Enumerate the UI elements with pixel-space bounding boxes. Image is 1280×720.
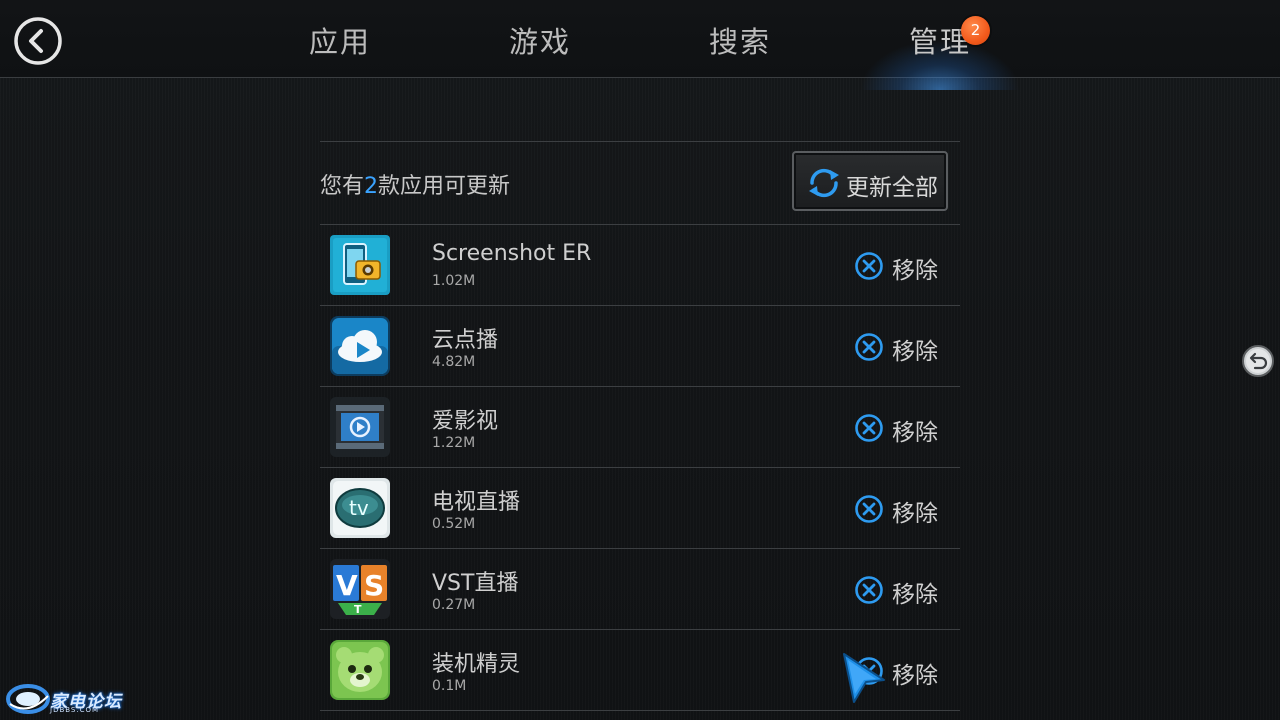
remove-button[interactable]: 移除: [854, 574, 950, 608]
summary-suffix: 款应用可更新: [378, 174, 511, 199]
app-size: 1.22M: [432, 435, 476, 451]
remove-x-icon: [855, 414, 883, 442]
app-size: 0.52M: [432, 516, 476, 532]
tab-search[interactable]: 搜索: [680, 20, 800, 64]
update-summary-text: 您有2款应用可更新: [320, 168, 510, 200]
app-size: 4.82M: [432, 354, 476, 370]
update-list-panel: 您有2款应用可更新 更新全部 Screenshot ER 1.02M 移除 云点…: [320, 141, 960, 711]
watermark-logo-icon: [6, 684, 50, 714]
svg-text:tv: tv: [349, 496, 369, 520]
return-icon: [1242, 345, 1274, 377]
remove-label: 移除: [892, 258, 938, 284]
app-row: 爱影视 1.22M 移除: [320, 386, 960, 467]
update-all-button[interactable]: 更新全部: [792, 151, 948, 211]
svg-text:V: V: [336, 569, 358, 602]
back-button[interactable]: [14, 17, 62, 65]
tab-games[interactable]: 游戏: [480, 20, 600, 64]
film-icon: [330, 397, 390, 457]
app-manager-screen: 应用 游戏 搜索 管理 2 您有2款应用可更新 更新全部 Screenshot …: [0, 0, 1280, 720]
svg-text:S: S: [364, 569, 384, 602]
remove-button[interactable]: 移除: [854, 412, 950, 446]
remove-x-icon: [855, 252, 883, 280]
app-name: Screenshot ER: [432, 241, 592, 266]
app-size: 1.02M: [432, 273, 476, 289]
remove-button[interactable]: 移除: [854, 250, 950, 284]
remove-button[interactable]: 移除: [854, 331, 950, 365]
app-row: Screenshot ER 1.02M 移除: [320, 224, 960, 305]
remove-x-icon: [855, 657, 883, 685]
forum-watermark: 家电论坛 JDBBS.COM: [6, 682, 130, 718]
remove-label: 移除: [892, 420, 938, 446]
screenshot-er-icon: [330, 235, 390, 295]
summary-prefix: 您有: [320, 174, 365, 199]
app-size: 0.1M: [432, 678, 467, 694]
back-arrow-icon: [14, 17, 62, 65]
app-row: 装机精灵 0.1M 移除: [320, 629, 960, 711]
manage-badge: 2: [961, 16, 990, 45]
remove-label: 移除: [892, 501, 938, 527]
update-all-label: 更新全部: [846, 175, 938, 201]
remove-label: 移除: [892, 582, 938, 608]
app-row: 云点播 4.82M 移除: [320, 305, 960, 386]
remove-button[interactable]: 移除: [854, 655, 950, 689]
svg-text:T: T: [354, 603, 362, 616]
summary-count: 2: [364, 174, 379, 199]
remove-label: 移除: [892, 339, 938, 365]
floating-return-button[interactable]: [1241, 344, 1275, 378]
refresh-icon: [809, 168, 839, 198]
tv-icon: tv: [330, 478, 390, 538]
remove-x-icon: [855, 495, 883, 523]
app-name: 云点播: [432, 328, 499, 353]
remove-x-icon: [855, 576, 883, 604]
remove-label: 移除: [892, 663, 938, 689]
cloud-play-icon: [330, 316, 390, 376]
remove-x-icon: [855, 333, 883, 361]
tab-apps[interactable]: 应用: [280, 20, 400, 64]
app-name: 装机精灵: [432, 652, 521, 677]
remove-button[interactable]: 移除: [854, 493, 950, 527]
app-row: V S T VST直播 0.27M 移除: [320, 548, 960, 629]
app-size: 0.27M: [432, 597, 476, 613]
bear-icon: [330, 640, 390, 700]
app-name: VST直播: [432, 571, 519, 596]
app-name: 电视直播: [432, 490, 521, 515]
watermark-subtext: JDBBS.COM: [50, 706, 100, 714]
app-name: 爱影视: [432, 409, 499, 434]
update-summary: 您有2款应用可更新 更新全部: [320, 142, 960, 224]
top-bar: 应用 游戏 搜索 管理 2: [0, 0, 1280, 90]
vst-icon: V S T: [330, 559, 390, 619]
app-row: tv 电视直播 0.52M 移除: [320, 467, 960, 548]
